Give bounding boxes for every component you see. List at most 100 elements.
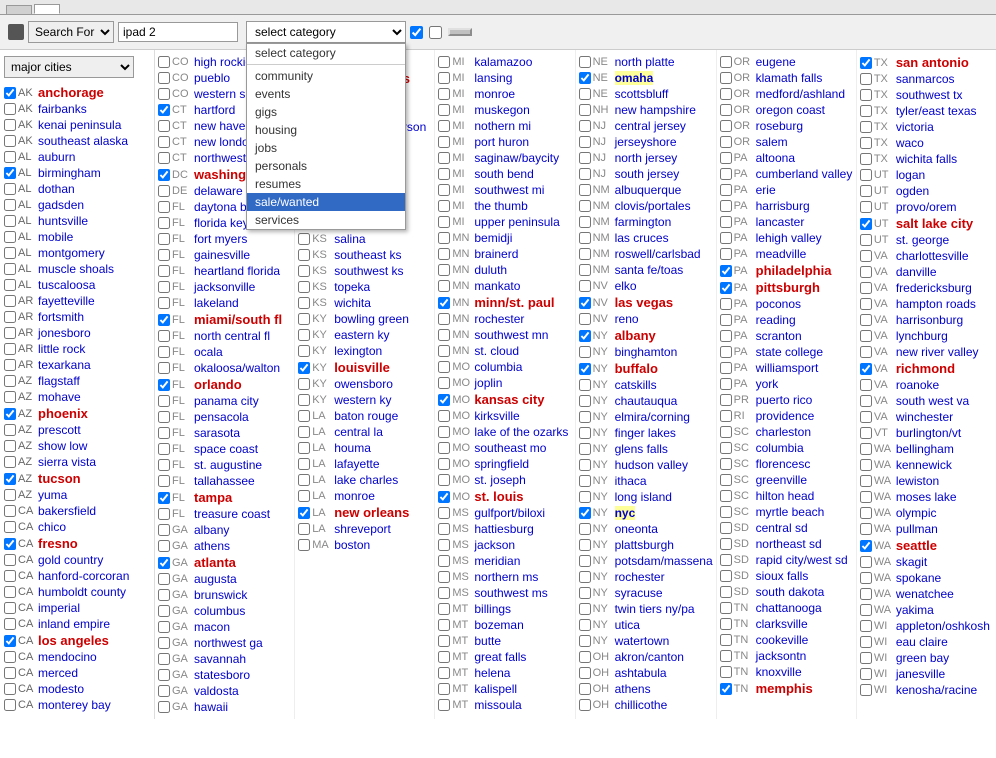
sidebar-city-link[interactable]: monterey bay (38, 698, 111, 712)
col-city-link[interactable]: tyler/east texas (896, 104, 977, 118)
col-city-link[interactable]: winchester (896, 410, 953, 424)
col-city-checkbox[interactable] (438, 603, 450, 615)
col-city-link[interactable]: upper peninsula (474, 215, 559, 229)
col-city-link[interactable]: topeka (334, 280, 370, 294)
col-city-checkbox[interactable] (298, 410, 310, 422)
col-city-checkbox[interactable] (579, 200, 591, 212)
col-city-checkbox[interactable] (860, 475, 872, 487)
col-city-link[interactable]: salem (756, 135, 788, 149)
col-city-link[interactable]: eau claire (896, 635, 948, 649)
sidebar-city-link[interactable]: mohave (38, 390, 81, 404)
col-city-checkbox[interactable] (860, 523, 872, 535)
col-city-link[interactable]: monroe (334, 489, 375, 503)
col-city-link[interactable]: muskegon (474, 103, 529, 117)
col-city-checkbox[interactable] (579, 571, 591, 583)
col-city-link[interactable]: savannah (194, 652, 246, 666)
sidebar-city-checkbox[interactable] (4, 473, 16, 485)
dd-services[interactable]: services (247, 211, 405, 229)
col-city-link[interactable]: gainesville (194, 248, 250, 262)
col-city-link[interactable]: lancaster (756, 215, 805, 229)
col-city-link[interactable]: danville (896, 265, 937, 279)
col-city-link[interactable]: saginaw/baycity (474, 151, 559, 165)
col-city-checkbox[interactable] (438, 361, 450, 373)
col-city-checkbox[interactable] (579, 699, 591, 711)
col-city-checkbox[interactable] (298, 345, 310, 357)
col-city-link[interactable]: jerseyshore (615, 135, 677, 149)
col-city-checkbox[interactable] (860, 137, 872, 149)
col-city-link[interactable]: hawaii (194, 700, 228, 714)
col-city-checkbox[interactable] (720, 410, 732, 422)
col-city-checkbox[interactable] (860, 266, 872, 278)
col-city-link[interactable]: skagit (896, 555, 927, 569)
col-city-link[interactable]: lake of the ozarks (474, 425, 568, 439)
col-city-checkbox[interactable] (860, 121, 872, 133)
col-city-checkbox[interactable] (860, 169, 872, 181)
col-city-link[interactable]: south jersey (615, 167, 680, 181)
sidebar-city-link[interactable]: sierra vista (38, 455, 96, 469)
col-city-checkbox[interactable] (579, 395, 591, 407)
col-city-link[interactable]: york (756, 377, 779, 391)
col-city-checkbox[interactable] (860, 153, 872, 165)
col-city-checkbox[interactable] (860, 411, 872, 423)
col-city-link[interactable]: san antonio (896, 55, 969, 70)
sidebar-city-link[interactable]: mendocino (38, 650, 97, 664)
col-city-link[interactable]: ashtabula (615, 666, 667, 680)
col-city-checkbox[interactable] (438, 377, 450, 389)
col-city-checkbox[interactable] (720, 56, 732, 68)
col-city-link[interactable]: jackson (474, 538, 515, 552)
col-city-link[interactable]: southwest ks (334, 264, 403, 278)
col-city-checkbox[interactable] (158, 330, 170, 342)
col-city-checkbox[interactable] (720, 152, 732, 164)
col-city-checkbox[interactable] (158, 459, 170, 471)
col-city-link[interactable]: okaloosa/walton (194, 361, 280, 375)
col-city-link[interactable]: jacksontn (756, 649, 807, 663)
col-city-checkbox[interactable] (438, 297, 450, 309)
col-city-checkbox[interactable] (860, 363, 872, 375)
col-city-link[interactable]: miami/south fl (194, 312, 282, 327)
col-city-checkbox[interactable] (720, 248, 732, 260)
col-city-checkbox[interactable] (579, 587, 591, 599)
sidebar-city-link[interactable]: chico (38, 520, 66, 534)
col-city-link[interactable]: central la (334, 425, 383, 439)
col-city-link[interactable]: southwest tx (896, 88, 963, 102)
col-city-link[interactable]: philadelphia (756, 263, 832, 278)
col-city-link[interactable]: owensboro (334, 377, 393, 391)
search-input[interactable] (118, 22, 238, 42)
col-city-link[interactable]: rapid city/west sd (756, 553, 848, 567)
col-city-link[interactable]: wichita (334, 296, 371, 310)
sidebar-city-checkbox[interactable] (4, 359, 16, 371)
col-city-checkbox[interactable] (158, 653, 170, 665)
col-city-checkbox[interactable] (438, 474, 450, 486)
col-city-checkbox[interactable] (579, 264, 591, 276)
col-city-link[interactable]: omaha (615, 71, 654, 85)
col-city-link[interactable]: lake charles (334, 473, 398, 487)
sidebar-city-link[interactable]: fairbanks (38, 102, 87, 116)
sidebar-city-link[interactable]: yuma (38, 488, 67, 502)
col-city-checkbox[interactable] (158, 169, 170, 181)
sidebar-city-checkbox[interactable] (4, 119, 16, 131)
col-city-checkbox[interactable] (158, 56, 170, 68)
col-city-link[interactable]: houma (334, 441, 371, 455)
sidebar-city-link[interactable]: kenai peninsula (38, 118, 121, 132)
col-city-checkbox[interactable] (720, 136, 732, 148)
col-city-link[interactable]: port huron (474, 135, 529, 149)
sidebar-city-link[interactable]: mobile (38, 230, 73, 244)
col-city-checkbox[interactable] (860, 89, 872, 101)
col-city-checkbox[interactable] (720, 282, 732, 294)
col-city-checkbox[interactable] (720, 232, 732, 244)
col-city-link[interactable]: lafayette (334, 457, 379, 471)
col-city-checkbox[interactable] (579, 216, 591, 228)
sidebar-city-checkbox[interactable] (4, 602, 16, 614)
dd-housing[interactable]: housing (247, 121, 405, 139)
col-city-checkbox[interactable] (158, 379, 170, 391)
col-city-link[interactable]: gulfport/biloxi (474, 506, 545, 520)
col-city-checkbox[interactable] (720, 506, 732, 518)
col-city-link[interactable]: pensacola (194, 410, 249, 424)
col-city-link[interactable]: williamsport (756, 361, 819, 375)
col-city-checkbox[interactable] (720, 570, 732, 582)
sidebar-city-checkbox[interactable] (4, 199, 16, 211)
sidebar-city-link[interactable]: inland empire (38, 617, 110, 631)
col-city-checkbox[interactable] (579, 651, 591, 663)
col-city-checkbox[interactable] (158, 443, 170, 455)
col-city-checkbox[interactable] (579, 168, 591, 180)
